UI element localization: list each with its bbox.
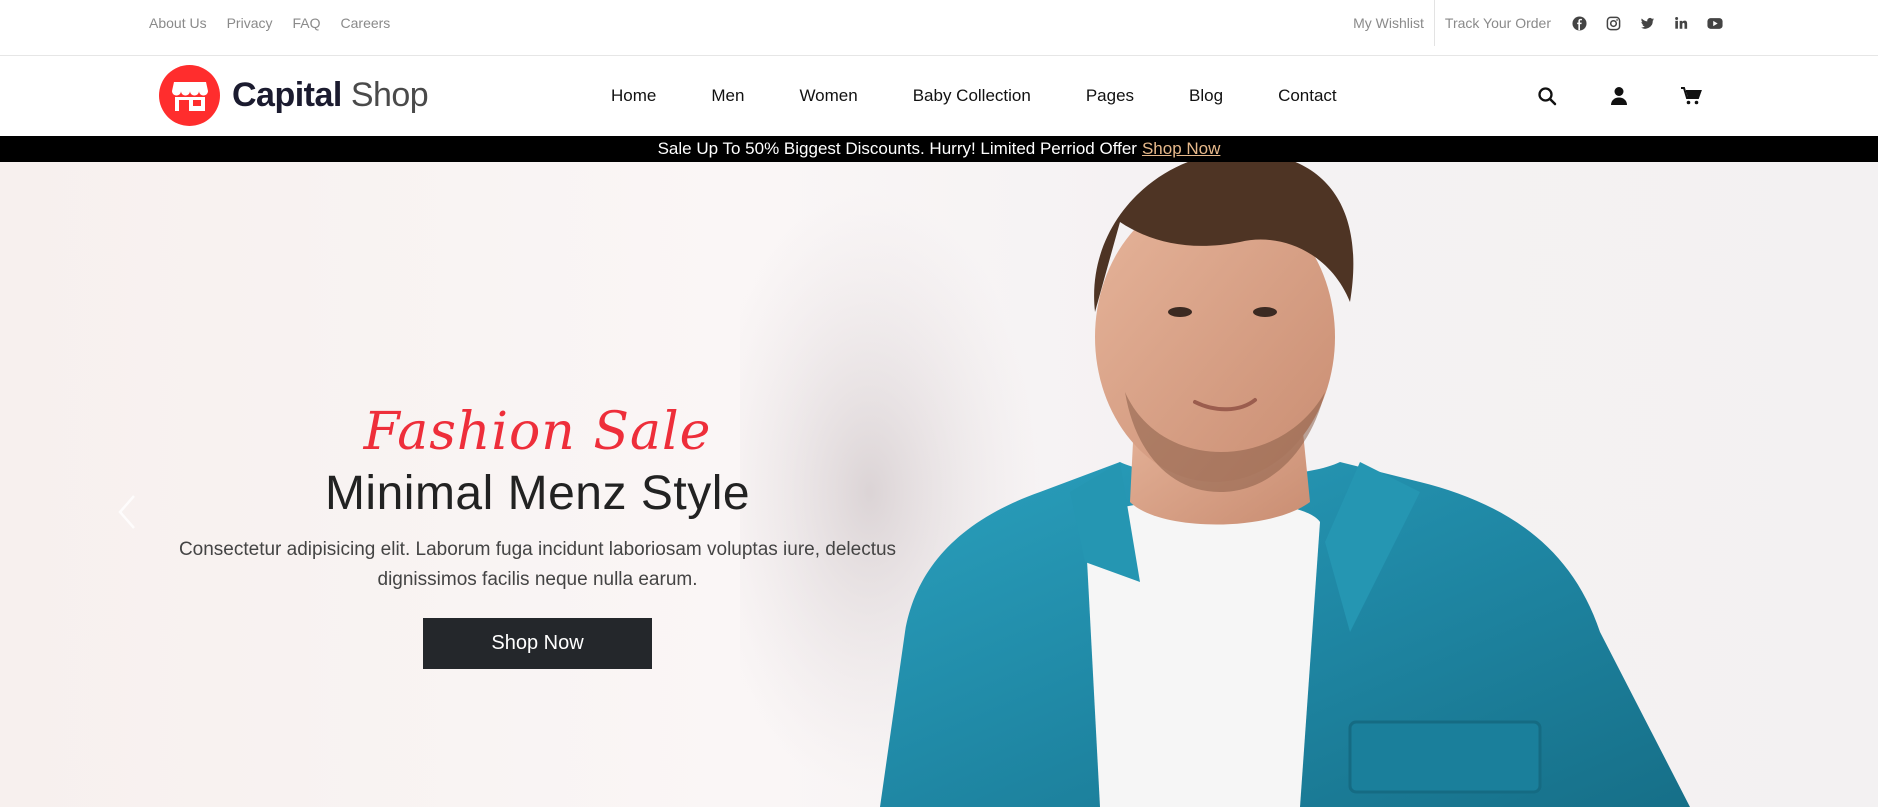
main-nav: Home Men Women Baby Collection Pages Blo…: [611, 56, 1337, 136]
facebook-icon[interactable]: [1571, 15, 1587, 31]
careers-link[interactable]: Careers: [341, 15, 391, 31]
main-header: Capital Shop Home Men Women Baby Collect…: [0, 56, 1878, 136]
storefront-icon: [159, 65, 220, 126]
promo-bar: Sale Up To 50% Biggest Discounts. Hurry!…: [0, 136, 1878, 162]
track-order-link[interactable]: Track Your Order: [1445, 15, 1551, 31]
social-links: [1571, 15, 1723, 31]
top-right-links: My Wishlist Track Your Order: [1353, 0, 1723, 46]
promo-text: Sale Up To 50% Biggest Discounts. Hurry!…: [657, 139, 1137, 158]
hero-description: Consectetur adipisicing elit. Laborum fu…: [178, 539, 897, 590]
about-us-link[interactable]: About Us: [149, 15, 207, 31]
top-links: About Us Privacy FAQ Careers: [149, 0, 390, 46]
nav-contact[interactable]: Contact: [1278, 86, 1337, 106]
nav-home[interactable]: Home: [611, 86, 656, 106]
cart-icon[interactable]: [1680, 85, 1702, 107]
top-bar: About Us Privacy FAQ Careers My Wishlist…: [0, 0, 1878, 56]
logo-suffix: Shop: [350, 76, 429, 114]
header-actions: [1536, 56, 1702, 136]
logo-text: Capital Shop: [232, 76, 429, 115]
instagram-icon[interactable]: [1605, 15, 1621, 31]
nav-blog[interactable]: Blog: [1189, 86, 1223, 106]
nav-men[interactable]: Men: [711, 86, 744, 106]
hero-slider: Fashion Sale Minimal Menz Style Consecte…: [0, 162, 1878, 807]
search-icon[interactable]: [1536, 85, 1558, 107]
logo[interactable]: Capital Shop: [159, 65, 429, 126]
wishlist-link[interactable]: My Wishlist: [1353, 15, 1424, 31]
linkedin-icon[interactable]: [1673, 15, 1689, 31]
faq-link[interactable]: FAQ: [293, 15, 321, 31]
youtube-icon[interactable]: [1707, 15, 1723, 31]
promo-shop-now-link[interactable]: Shop Now: [1142, 139, 1220, 159]
logo-brand: Capital: [232, 76, 342, 114]
nav-women[interactable]: Women: [799, 86, 857, 106]
privacy-link[interactable]: Privacy: [227, 15, 273, 31]
hero-script-heading: Fashion Sale: [363, 402, 712, 462]
carousel-prev-button[interactable]: [114, 492, 138, 532]
user-icon[interactable]: [1608, 85, 1630, 107]
hero-title: Minimal Menz Style: [324, 467, 751, 520]
hero-content: Fashion Sale Minimal Menz Style Consecte…: [150, 402, 925, 669]
hero-shop-now-button[interactable]: Shop Now: [423, 618, 652, 669]
divider: [1433, 0, 1435, 46]
twitter-icon[interactable]: [1639, 15, 1655, 31]
nav-pages[interactable]: Pages: [1086, 86, 1134, 106]
nav-baby-collection[interactable]: Baby Collection: [913, 86, 1031, 106]
